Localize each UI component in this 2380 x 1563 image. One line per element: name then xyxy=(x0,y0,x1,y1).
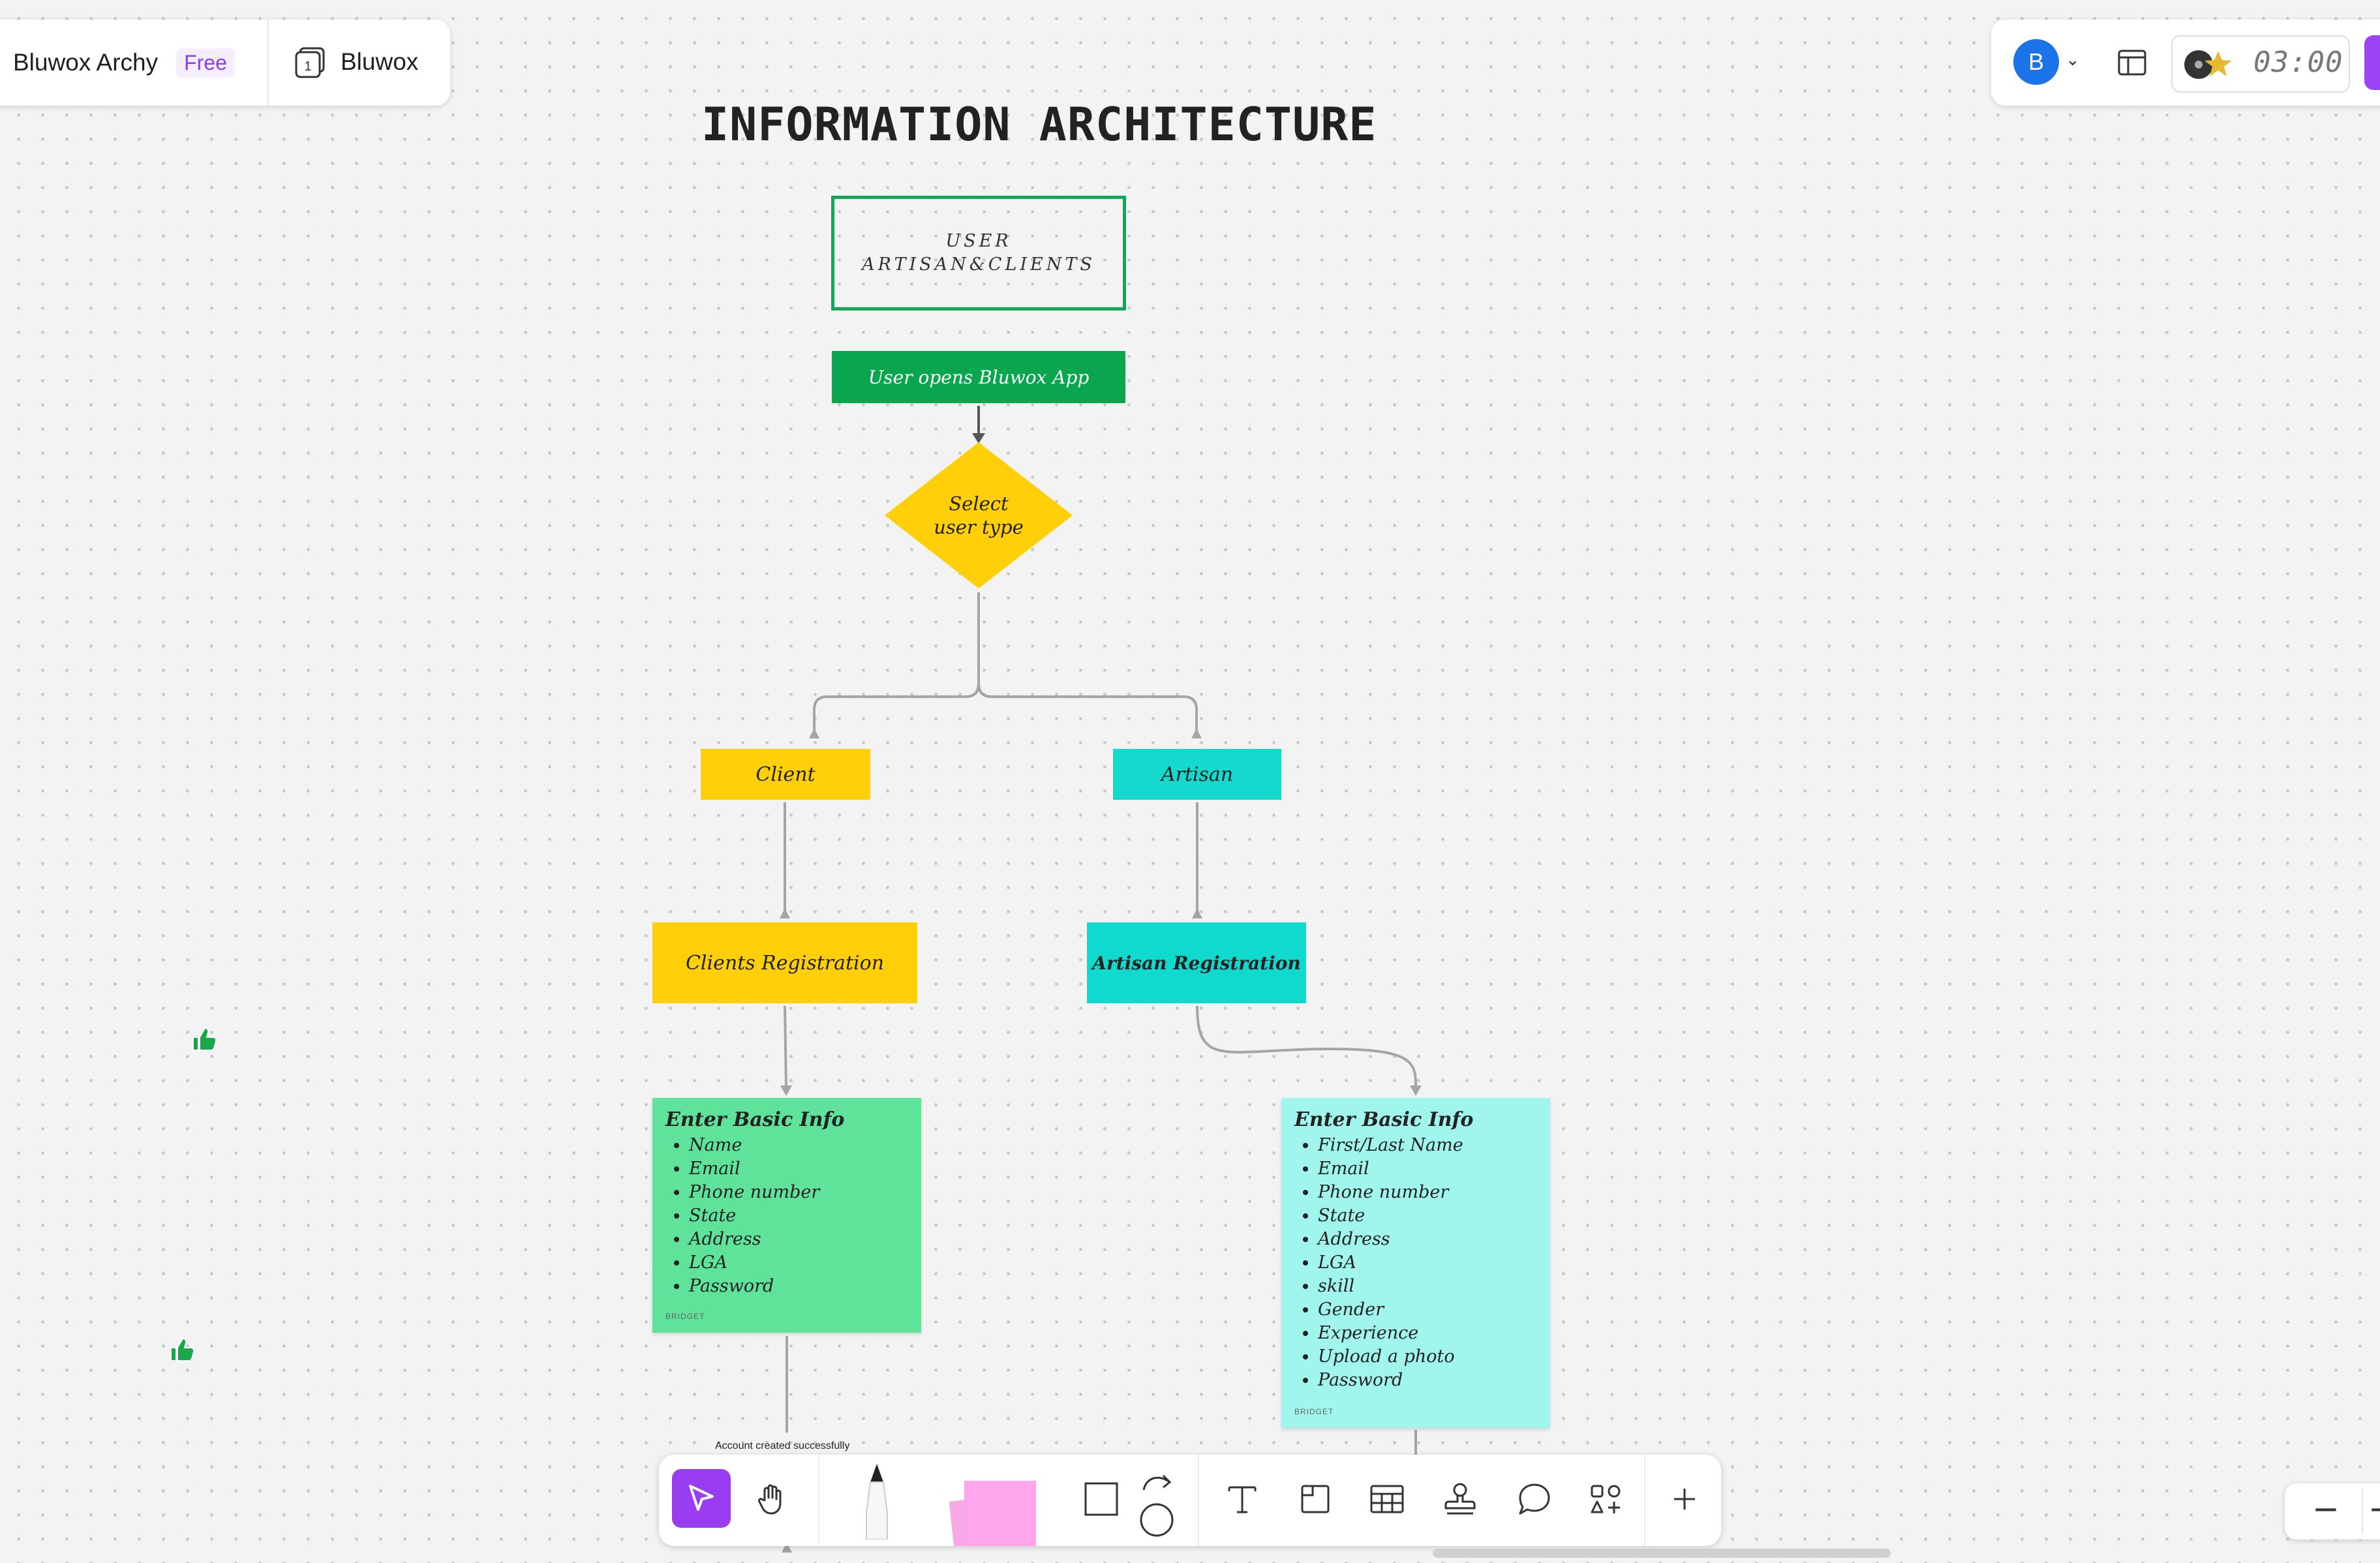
artisan-node[interactable]: Artisan xyxy=(1113,749,1281,800)
list-item: LGA xyxy=(1318,1251,1537,1275)
shape-tool[interactable] xyxy=(1070,1468,1133,1530)
client-node[interactable]: Client xyxy=(701,749,870,800)
connector-creg-to-info xyxy=(784,1005,787,1089)
artisan-info-sticky[interactable]: Enter Basic Info First/Last Name Email P… xyxy=(1281,1098,1550,1428)
zoom-control: − + xyxy=(2285,1483,2380,1540)
arrowhead xyxy=(972,433,985,444)
decision-label-line2: user type xyxy=(934,516,1024,538)
open-app-node[interactable]: User opens Bluwox App xyxy=(832,351,1125,403)
connector-decision-to-artisan xyxy=(977,683,1198,738)
arrowhead xyxy=(809,728,819,738)
edge-label[interactable]: Account created successfully xyxy=(715,1440,849,1452)
bottom-toolbar xyxy=(659,1455,1721,1546)
text-tool[interactable] xyxy=(1211,1468,1274,1530)
sticky-author: BRIDGET xyxy=(665,1312,705,1321)
frame-tool[interactable] xyxy=(1284,1468,1347,1530)
list-item: Phone number xyxy=(689,1181,908,1204)
list-item: Address xyxy=(1318,1228,1537,1251)
clients-registration-node[interactable]: Clients Registration xyxy=(652,922,917,1003)
plus-icon xyxy=(1674,1489,1695,1510)
sticky-note-icon xyxy=(949,1481,1036,1546)
frame-icon xyxy=(1301,1485,1330,1513)
arrowhead xyxy=(1410,1085,1422,1096)
arrowhead xyxy=(780,908,790,918)
select-tool[interactable] xyxy=(672,1469,731,1528)
list-item: skill xyxy=(1318,1275,1537,1298)
sticky-note-tool[interactable] xyxy=(938,1468,1043,1546)
decision-node xyxy=(885,442,1073,588)
text-icon xyxy=(1228,1486,1257,1513)
hand-icon xyxy=(758,1484,782,1515)
user-node-line2: ARTISAN&CLIENTS xyxy=(862,254,1095,275)
decision-label-line1: Select xyxy=(949,493,1009,515)
list-item: Address xyxy=(689,1228,908,1251)
connector-decision-to-client xyxy=(813,592,980,738)
apps-icon xyxy=(1591,1485,1621,1513)
comment-icon xyxy=(1519,1483,1550,1515)
artisan-registration-node[interactable]: Artisan Registration xyxy=(1087,922,1306,1003)
zoom-in-button[interactable]: + xyxy=(2368,1490,2380,1528)
toolbar-divider xyxy=(1644,1455,1645,1546)
add-tool[interactable] xyxy=(1653,1468,1716,1530)
toolbar-divider xyxy=(1198,1455,1199,1546)
stamp-icon xyxy=(1444,1483,1476,1515)
pen-tool[interactable] xyxy=(846,1461,908,1540)
comment-tool[interactable] xyxy=(1503,1468,1566,1530)
cursor-icon xyxy=(689,1485,714,1511)
list-item: Email xyxy=(1318,1157,1537,1181)
table-tool[interactable] xyxy=(1356,1468,1418,1530)
thumbs-up-icon[interactable] xyxy=(189,1024,218,1053)
zoom-divider xyxy=(2362,1489,2363,1534)
arrow-circle-icon xyxy=(1140,1474,1174,1537)
list-item: Phone number xyxy=(1318,1181,1537,1204)
sticky-title: Enter Basic Info xyxy=(1294,1108,1474,1131)
user-node-line1: USER xyxy=(945,230,1012,251)
list-item: Email xyxy=(689,1157,908,1181)
arrowhead xyxy=(1191,728,1202,738)
list-item: Experience xyxy=(1318,1322,1537,1345)
list-item: State xyxy=(1318,1204,1537,1228)
sticky-author: BRIDGET xyxy=(1294,1407,1334,1416)
pen-icon xyxy=(866,1464,888,1540)
list-item: LGA xyxy=(689,1251,908,1275)
toolbar-divider xyxy=(818,1455,819,1546)
square-icon xyxy=(1084,1482,1118,1516)
list-item: Name xyxy=(689,1134,908,1157)
list-item: Upload a photo xyxy=(1318,1345,1537,1369)
hand-tool[interactable] xyxy=(741,1468,804,1530)
list-item: Password xyxy=(1318,1369,1537,1392)
list-item: First/Last Name xyxy=(1318,1134,1537,1157)
thumbs-up-icon[interactable] xyxy=(167,1335,196,1363)
horizontal-scrollbar[interactable] xyxy=(1433,1549,1891,1558)
more-apps-tool[interactable] xyxy=(1575,1468,1638,1530)
arrowhead xyxy=(1192,908,1202,918)
arrowhead xyxy=(780,1085,792,1096)
list-item: Gender xyxy=(1318,1298,1537,1322)
sticky-title: Enter Basic Info xyxy=(665,1108,845,1131)
user-node[interactable]: USER ARTISAN&CLIENTS xyxy=(831,196,1126,311)
table-icon xyxy=(1370,1485,1404,1513)
stamp-tool[interactable] xyxy=(1429,1468,1491,1530)
list-item: State xyxy=(689,1204,908,1228)
connector-tool[interactable] xyxy=(1126,1468,1189,1540)
connector-areg-to-info xyxy=(1196,1005,1417,1089)
zoom-out-button[interactable]: − xyxy=(2312,1490,2340,1528)
client-info-sticky[interactable]: Enter Basic Info Name Email Phone number… xyxy=(652,1098,921,1333)
list-item: Password xyxy=(689,1275,908,1298)
